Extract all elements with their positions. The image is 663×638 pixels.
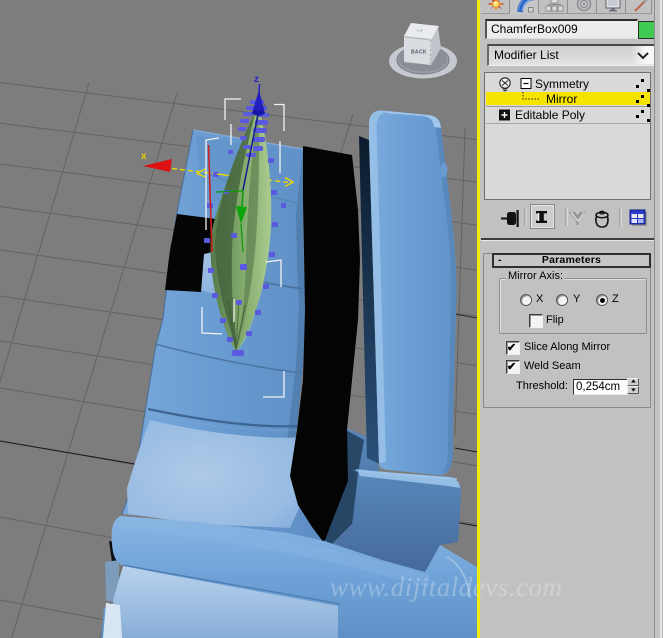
svg-text:TOP: TOP (416, 29, 424, 33)
svg-text:z: z (254, 74, 259, 85)
svg-text:x: x (141, 151, 147, 162)
svg-text:BACK: BACK (411, 50, 427, 56)
